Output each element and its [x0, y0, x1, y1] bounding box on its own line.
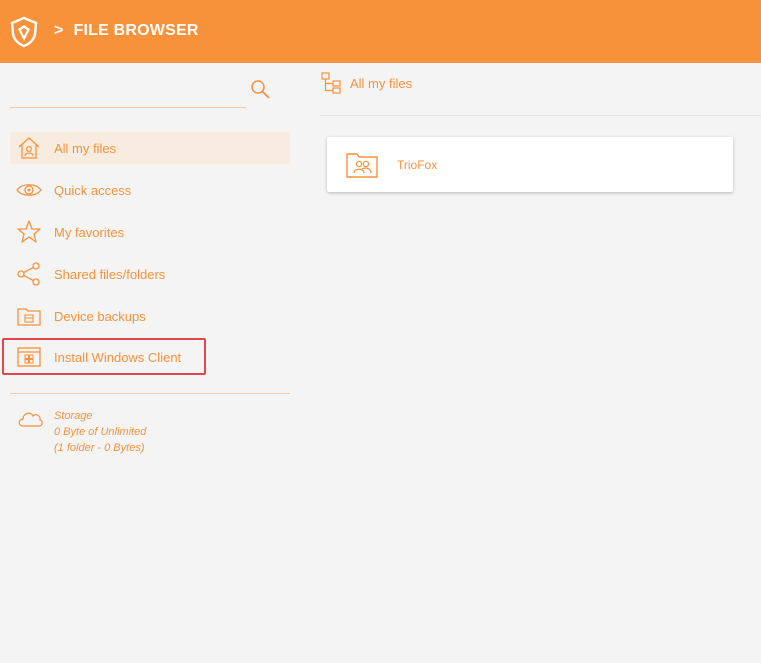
- storage-usage: 0 Byte of Unlimited: [54, 426, 147, 438]
- sidebar-item-shared-files-folders[interactable]: Shared files/folders: [10, 258, 290, 290]
- app-header: > FILE BROWSER: [0, 0, 761, 63]
- sidebar-item-device-backups[interactable]: Device backups: [10, 300, 290, 332]
- folder-item[interactable]: TrioFox: [327, 137, 733, 192]
- sidebar-item-label: All my files: [54, 140, 117, 156]
- backup-folder-icon: [16, 303, 42, 329]
- storage-details: (1 folder - 0 Bytes): [54, 442, 145, 454]
- sidebar-divider: [10, 393, 290, 394]
- folder-name: TrioFox: [397, 157, 438, 172]
- eye-icon: [16, 177, 42, 203]
- search-input[interactable]: [10, 107, 246, 108]
- search-icon[interactable]: [249, 78, 271, 100]
- sidebar-item-quick-access[interactable]: Quick access: [10, 174, 290, 206]
- sidebar-item-label: Device backups: [54, 308, 146, 324]
- sidebar-item-label: Shared files/folders: [54, 266, 166, 282]
- sidebar-item-my-favorites[interactable]: My favorites: [10, 216, 290, 248]
- sidebar: All my files Quick access My favorites S…: [0, 63, 300, 663]
- cloud-icon: [16, 408, 44, 430]
- storage-title: Storage: [54, 410, 93, 422]
- sidebar-item-label: Quick access: [54, 182, 132, 198]
- page-title: > FILE BROWSER: [54, 22, 199, 40]
- highlight-box: [2, 338, 206, 375]
- share-icon: [16, 261, 42, 287]
- title-text: FILE BROWSER: [73, 22, 199, 39]
- breadcrumb-label: All my files: [350, 75, 413, 91]
- sidebar-item-all-my-files[interactable]: All my files: [10, 132, 290, 164]
- star-icon: [16, 219, 42, 245]
- breadcrumb[interactable]: All my files: [320, 71, 412, 95]
- logo-icon[interactable]: [8, 16, 40, 48]
- shared-folder-icon: [345, 151, 379, 179]
- sidebar-item-label: My favorites: [54, 224, 125, 240]
- content-divider: [320, 115, 761, 116]
- main-content: All my files TrioFox: [300, 63, 761, 663]
- title-separator: >: [54, 22, 64, 39]
- folder-tree-icon: [320, 71, 344, 95]
- home-icon: [16, 135, 42, 161]
